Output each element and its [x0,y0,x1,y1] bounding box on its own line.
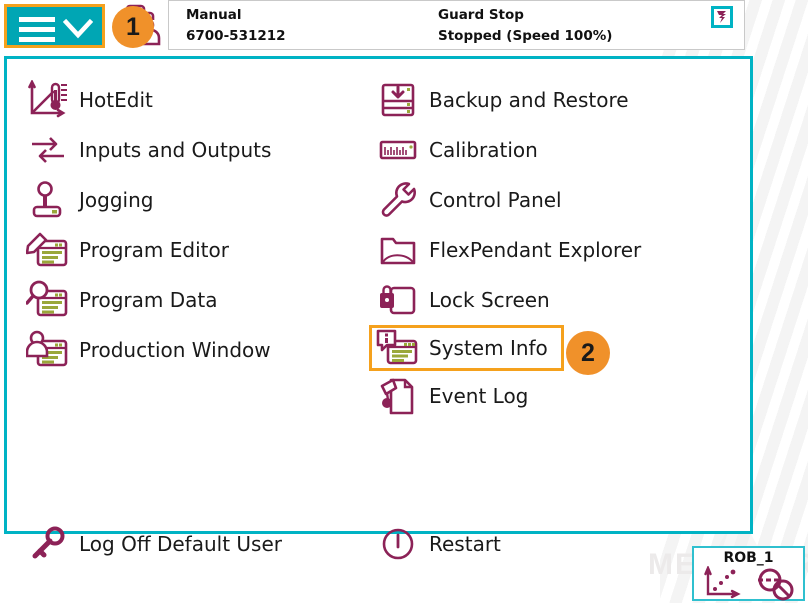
system-info-icon [375,327,421,369]
header-left-column: Manual 6700-531212 [186,5,286,47]
program-editor-icon [25,229,71,271]
execution-status: Stopped (Speed 100%) [438,28,613,44]
power-restart-icon [375,523,421,565]
callout-badge-2: 2 [566,331,610,375]
callout-badge-1: 1 [112,6,154,48]
menu-item-event-log[interactable]: Event Log [375,371,705,421]
program-data-icon [25,279,71,321]
menu-item-hotedit[interactable]: HotEdit [25,75,355,125]
key-icon [25,523,71,565]
event-log-icon [375,375,421,417]
system-info-item[interactable]: System Info [369,325,564,371]
menu-item-jogging[interactable]: Jogging [25,175,355,225]
menu-item-label: Lock Screen [429,288,550,312]
hamburger-icon [19,17,55,43]
menu-item-flexpendant-explorer[interactable]: FlexPendant Explorer [375,225,705,275]
coordinate-axis-icon [704,566,741,599]
operating-mode: Manual [186,7,242,23]
menu-item-log-off[interactable]: Log Off Default User [25,519,282,569]
motors-off-icon [758,568,794,601]
header-right-column: Guard Stop Stopped (Speed 100%) [438,5,612,47]
menu-item-label: Control Panel [429,188,562,212]
menu-item-label: Restart [429,532,501,556]
menu-item-label: Backup and Restore [429,88,629,112]
rob-status-widget[interactable]: ROB_1 [692,546,805,601]
menu-item-label: Log Off Default User [79,532,282,556]
main-menu-button[interactable] [4,4,105,48]
menu-item-label: FlexPendant Explorer [429,238,642,262]
program-task-icon[interactable] [711,6,733,28]
menu-item-label: Event Log [429,384,529,408]
calibration-icon [375,129,421,171]
controller-id: 6700-531212 [186,28,286,44]
backup-restore-icon [375,79,421,121]
menu-item-backup-and-restore[interactable]: Backup and Restore [375,75,705,125]
menu-item-label: Program Data [79,288,218,312]
menu-item-label: Jogging [79,188,154,212]
menu-item-inputs-and-outputs[interactable]: Inputs and Outputs [25,125,355,175]
menu-item-program-data[interactable]: Program Data [25,275,355,325]
menu-item-label: Program Editor [79,238,229,262]
menu-item-label: System Info [429,336,548,360]
main-menu-panel: HotEdit Inputs and Outputs Jogging Progr… [4,56,753,560]
menu-item-label: Calibration [429,138,538,162]
menu-item-label: Inputs and Outputs [79,138,272,162]
menu-column-left: HotEdit Inputs and Outputs Jogging Progr… [25,75,355,375]
menu-column-right: Backup and Restore Calibration Control P… [369,75,705,421]
menu-item-label: HotEdit [79,88,153,112]
joystick-icon [25,179,71,221]
lock-screen-icon [375,279,421,321]
wrench-icon [375,179,421,221]
menu-bottom-row: Log Off Default User Restart [25,519,725,571]
guard-status: Guard Stop [438,7,524,23]
menu-item-lock-screen[interactable]: Lock Screen [375,275,705,325]
menu-item-control-panel[interactable]: Control Panel [375,175,705,225]
menu-item-restart[interactable]: Restart [375,519,501,569]
menu-item-production-window[interactable]: Production Window [25,325,355,375]
menu-item-label: Production Window [79,338,271,362]
hotedit-icon [25,79,71,121]
inputs-outputs-icon [25,129,71,171]
folder-icon [375,229,421,271]
chevron-down-icon [63,18,93,39]
rob-name: ROB_1 [723,550,774,566]
menu-item-program-editor[interactable]: Program Editor [25,225,355,275]
menu-item-calibration[interactable]: Calibration [375,125,705,175]
production-window-icon [25,329,71,371]
